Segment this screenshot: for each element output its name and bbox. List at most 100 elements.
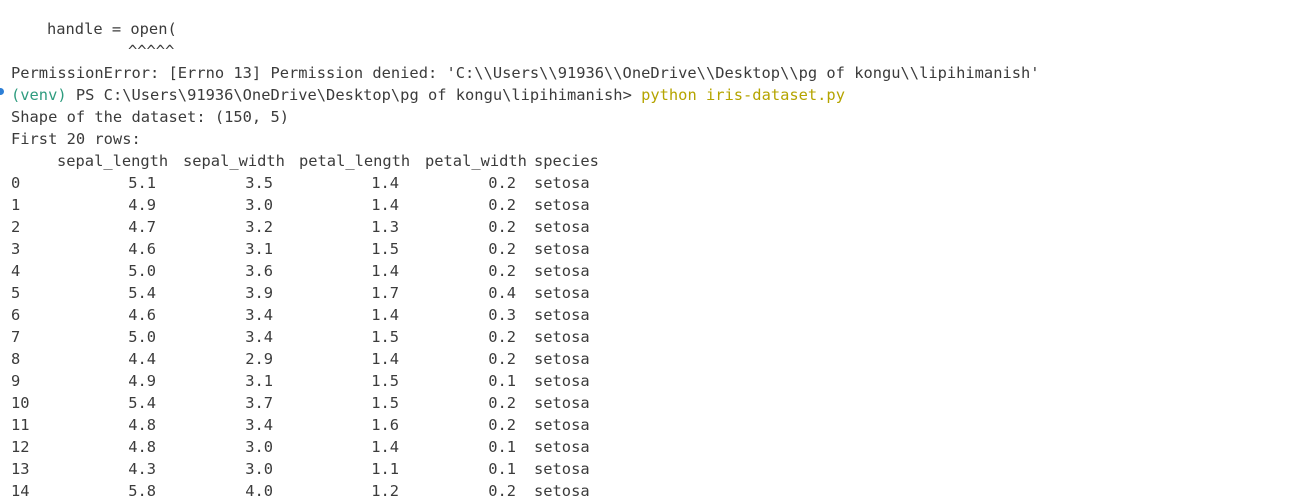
- cell-sepal-length: 5.0: [128, 328, 156, 346]
- cell-species: setosa: [534, 350, 590, 368]
- table-row: 1 4.9 3.0 1.4 0.2 setosa: [0, 194, 1291, 216]
- cell-petal-length: 1.5: [371, 394, 399, 412]
- cell-petal-length: 1.4: [371, 350, 399, 368]
- cell-sepal-width: 3.1: [245, 240, 273, 258]
- cell-sepal-width: 2.9: [245, 350, 273, 368]
- cell-petal-width: 0.1: [488, 438, 516, 456]
- cell-species: setosa: [534, 240, 590, 258]
- traceback-code-line: handle = open(: [47, 20, 177, 38]
- cell-sepal-length: 4.9: [128, 372, 156, 390]
- cell-sepal-width: 4.0: [245, 482, 273, 500]
- column-header-petal-length: petal_length: [299, 152, 411, 170]
- cell-index: 3: [11, 240, 21, 258]
- cell-sepal-width: 3.4: [245, 306, 273, 324]
- cell-sepal-width: 3.4: [245, 328, 273, 346]
- cell-petal-length: 1.7: [371, 284, 399, 302]
- cell-petal-width: 0.4: [488, 284, 516, 302]
- table-row: 12 4.8 3.0 1.4 0.1 setosa: [0, 436, 1291, 458]
- cell-petal-length: 1.5: [371, 240, 399, 258]
- cell-sepal-length: 4.9: [128, 196, 156, 214]
- cell-petal-width: 0.1: [488, 372, 516, 390]
- cell-index: 5: [11, 284, 21, 302]
- cell-index: 10: [11, 394, 30, 412]
- cell-petal-width: 0.2: [488, 196, 516, 214]
- cell-index: 14: [11, 482, 30, 500]
- traceback-caret-line: ^^^^^: [128, 42, 175, 60]
- cell-petal-length: 1.4: [371, 262, 399, 280]
- cell-petal-width: 0.3: [488, 306, 516, 324]
- cell-species: setosa: [534, 416, 590, 434]
- table-row: 7 5.0 3.4 1.5 0.2 setosa: [0, 326, 1291, 348]
- rows-heading: First 20 rows:: [11, 130, 141, 148]
- cell-sepal-length: 4.6: [128, 306, 156, 324]
- cell-sepal-length: 4.7: [128, 218, 156, 236]
- column-header-sepal-width: sepal_width: [183, 152, 285, 170]
- venv-label: (venv): [11, 86, 67, 104]
- cell-petal-length: 1.1: [371, 460, 399, 478]
- cell-petal-length: 1.5: [371, 328, 399, 346]
- cell-index: 11: [11, 416, 30, 434]
- prompt-path: PS C:\Users\91936\OneDrive\Desktop\pg of…: [66, 86, 642, 104]
- cell-sepal-width: 3.6: [245, 262, 273, 280]
- table-row: 6 4.6 3.4 1.4 0.3 setosa: [0, 304, 1291, 326]
- table-row: 0 5.1 3.5 1.4 0.2 setosa: [0, 172, 1291, 194]
- cell-petal-length: 1.4: [371, 174, 399, 192]
- table-row: 5 5.4 3.9 1.7 0.4 setosa: [0, 282, 1291, 304]
- error-line: PermissionError: [Errno 13] Permission d…: [11, 64, 1040, 82]
- cell-index: 13: [11, 460, 30, 478]
- column-header-sepal-length: sepal_length: [57, 152, 169, 170]
- cell-petal-width: 0.2: [488, 394, 516, 412]
- table-row: 14 5.8 4.0 1.2 0.2 setosa: [0, 480, 1291, 502]
- cell-index: 6: [11, 306, 21, 324]
- table-header: sepal_length sepal_width petal_length pe…: [0, 150, 1291, 172]
- cell-sepal-width: 3.7: [245, 394, 273, 412]
- table-row: 4 5.0 3.6 1.4 0.2 setosa: [0, 260, 1291, 282]
- cell-sepal-length: 4.8: [128, 438, 156, 456]
- cell-petal-length: 1.2: [371, 482, 399, 500]
- cell-sepal-width: 3.5: [245, 174, 273, 192]
- cell-sepal-width: 3.0: [245, 438, 273, 456]
- cell-index: 2: [11, 218, 21, 236]
- table-row: 3 4.6 3.1 1.5 0.2 setosa: [0, 238, 1291, 260]
- column-header-species: species: [534, 152, 599, 170]
- column-header-petal-width: petal_width: [425, 152, 527, 170]
- cell-petal-width: 0.2: [488, 240, 516, 258]
- cell-petal-width: 0.2: [488, 328, 516, 346]
- cell-sepal-length: 5.1: [128, 174, 156, 192]
- cell-petal-length: 1.3: [371, 218, 399, 236]
- cell-sepal-width: 3.0: [245, 460, 273, 478]
- cell-petal-width: 0.1: [488, 460, 516, 478]
- cell-species: setosa: [534, 262, 590, 280]
- table-row: 8 4.4 2.9 1.4 0.2 setosa: [0, 348, 1291, 370]
- cell-index: 8: [11, 350, 21, 368]
- cell-petal-width: 0.2: [488, 174, 516, 192]
- cell-species: setosa: [534, 218, 590, 236]
- cell-petal-length: 1.4: [371, 438, 399, 456]
- command-text: python iris-dataset.py: [641, 86, 845, 104]
- cell-sepal-width: 3.2: [245, 218, 273, 236]
- prompt-line: (venv) PS C:\Users\91936\OneDrive\Deskto…: [11, 84, 845, 106]
- command-status-dot-icon: [0, 88, 4, 95]
- cell-petal-length: 1.4: [371, 196, 399, 214]
- table-row: 11 4.8 3.4 1.6 0.2 setosa: [0, 414, 1291, 436]
- cell-species: setosa: [534, 328, 590, 346]
- cell-species: setosa: [534, 460, 590, 478]
- cell-petal-width: 0.2: [488, 218, 516, 236]
- cell-index: 1: [11, 196, 21, 214]
- cell-sepal-length: 4.6: [128, 240, 156, 258]
- cell-petal-length: 1.4: [371, 306, 399, 324]
- cell-sepal-width: 3.0: [245, 196, 273, 214]
- cell-sepal-length: 5.8: [128, 482, 156, 500]
- cell-sepal-length: 4.3: [128, 460, 156, 478]
- terminal-output[interactable]: handle = open( ^^^^^ PermissionError: [E…: [0, 0, 1291, 500]
- cell-species: setosa: [534, 482, 590, 500]
- cell-species: setosa: [534, 174, 590, 192]
- cell-petal-length: 1.6: [371, 416, 399, 434]
- cell-sepal-width: 3.1: [245, 372, 273, 390]
- table-row: 9 4.9 3.1 1.5 0.1 setosa: [0, 370, 1291, 392]
- cell-species: setosa: [534, 306, 590, 324]
- cell-sepal-width: 3.9: [245, 284, 273, 302]
- cell-petal-width: 0.2: [488, 262, 516, 280]
- cell-species: setosa: [534, 284, 590, 302]
- cell-petal-width: 0.2: [488, 350, 516, 368]
